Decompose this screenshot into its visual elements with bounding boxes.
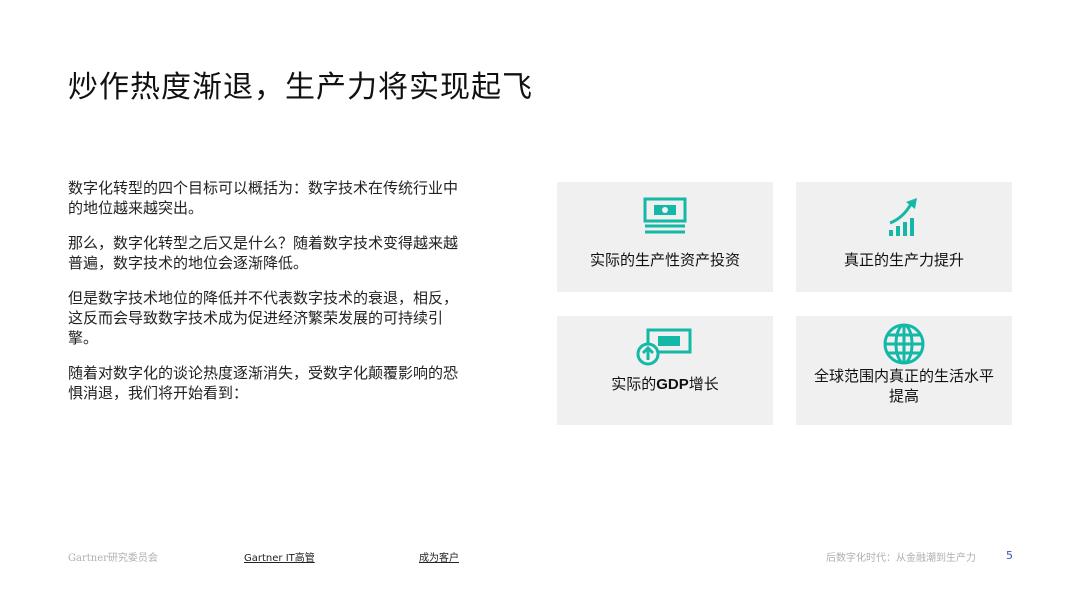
paragraph-3: 但是数字技术地位的降低并不代表数字技术的衰退，相反，这反而会导致数字技术成为促进…: [68, 289, 459, 347]
card-gdp-growth: 实际的GDP增长: [557, 316, 773, 425]
paragraph-4: 随着对数字化的谈论热度逐渐消失，受数字化颠覆影响的恐惧消退，我们将开始看到：: [68, 364, 459, 402]
card-label-prefix: 实际的: [611, 375, 657, 393]
card-productive-investment: 实际的生产性资产投资: [557, 182, 773, 292]
card-label: 实际的GDP增长: [565, 374, 765, 395]
card-label: 真正的生产力提升: [843, 251, 964, 269]
card-living-standards: 全球范围内真正的生活水平 提高: [796, 316, 1012, 425]
card-label: 全球范围内真正的生活水平 提高: [804, 366, 1004, 406]
footer-report-title: 后数字化时代：从金融潮到生产力: [826, 553, 976, 564]
banknote-icon: [641, 196, 689, 242]
card-label-gdp: GDP: [656, 376, 689, 393]
footer-brand: Gartner研究委员会: [68, 553, 158, 564]
card-label-line1: 全球范围内真正的生活水平: [813, 367, 994, 385]
paragraph-1: 数字化转型的四个目标可以概括为：数字技术在传统行业中的地位越来越突出。: [68, 179, 459, 217]
footer-link-it-executives[interactable]: Gartner IT高管: [244, 549, 315, 564]
growth-chart-icon: [887, 196, 921, 242]
money-up-arrow-icon: [636, 326, 694, 370]
card-label-suffix: 增长: [688, 375, 719, 393]
card-label: 实际的生产性资产投资: [589, 251, 740, 269]
globe-icon: [882, 322, 926, 370]
body-text-block: 数字化转型的四个目标可以概括为：数字技术在传统行业中的地位越来越突出。 那么，数…: [68, 178, 460, 418]
card-label-line2: 提高: [888, 387, 919, 405]
slide-title: 炒作热度渐退，生产力将实现起飞: [68, 70, 533, 105]
paragraph-2: 那么，数字化转型之后又是什么？随着数字技术变得越来越普遍，数字技术的地位会逐渐降…: [68, 234, 459, 272]
card-productivity-gain: 真正的生产力提升: [796, 182, 1012, 292]
footer-link-become-client[interactable]: 成为客户: [419, 549, 459, 564]
page-number: 5: [1006, 549, 1013, 562]
